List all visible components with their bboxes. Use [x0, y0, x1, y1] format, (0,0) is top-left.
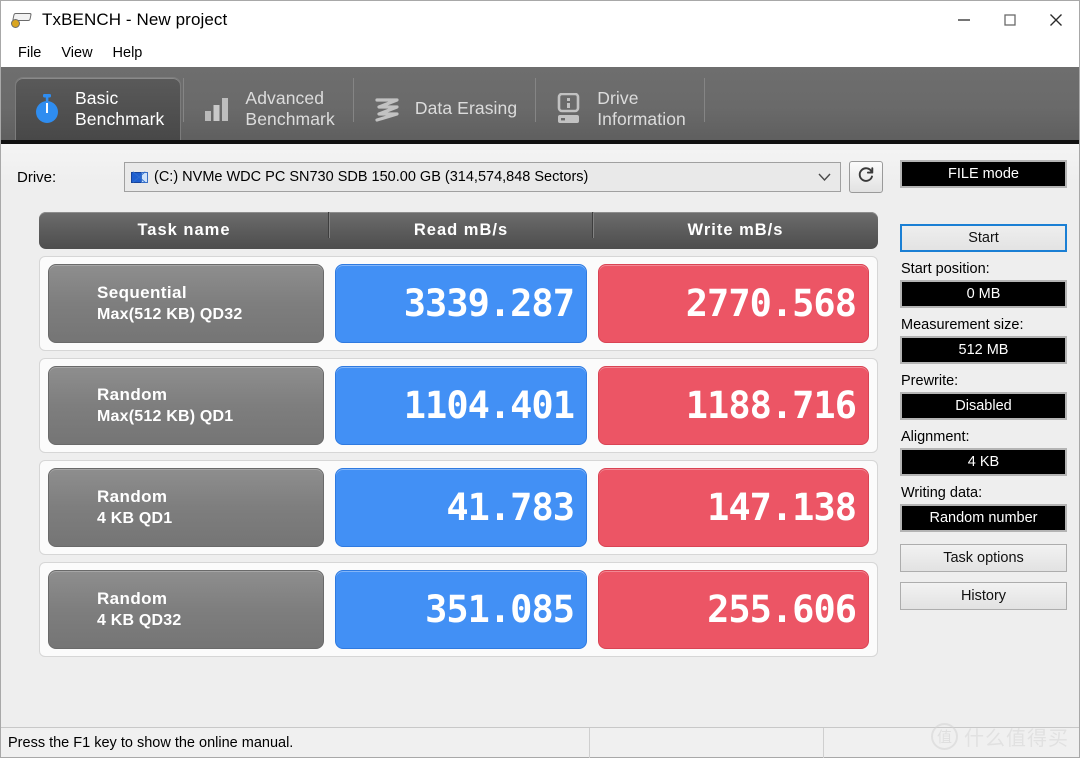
refresh-drives-button[interactable]	[849, 161, 883, 193]
writing-data-value[interactable]: Random number	[900, 504, 1067, 532]
prewrite-label: Prewrite:	[901, 373, 959, 389]
tab-drive-information[interactable]: Drive Information	[538, 77, 702, 140]
title-bar: TxBENCH - New project	[1, 1, 1079, 39]
tab-data-erasing[interactable]: Data Erasing	[356, 77, 533, 140]
drive-label: Drive:	[17, 168, 57, 186]
maximize-button[interactable]	[987, 1, 1033, 39]
menu-item-file[interactable]: File	[9, 42, 50, 64]
task-name-cell: Random Max(512 KB) QD1	[48, 366, 324, 445]
task-name-cell: Random 4 KB QD32	[48, 570, 324, 649]
options-sidebar: FILE mode Start Start position: 0 MB Mea…	[894, 144, 1080, 727]
read-speed-cell: 351.085	[335, 570, 587, 649]
tab-bar: Basic Benchmark Advanced Benchmark Data …	[1, 67, 1079, 144]
task-name-cell: Random 4 KB QD1	[48, 468, 324, 547]
drive-select[interactable]: (C:) NVMe WDC PC SN730 SDB 150.00 GB (31…	[124, 162, 841, 192]
content-area: Drive: (C:) NVMe WDC PC SN730 SDB 150.00…	[1, 144, 1079, 727]
window-title: TxBENCH - New project	[42, 10, 228, 29]
table-row: Random Max(512 KB) QD1 1104.401 1188.716	[39, 358, 878, 453]
write-speed-cell: 147.138	[598, 468, 869, 547]
write-speed-cell: 1188.716	[598, 366, 869, 445]
task-options-button[interactable]: Task options	[900, 544, 1067, 572]
column-header-task-name: Task name	[137, 221, 231, 239]
start-position-label: Start position:	[901, 261, 990, 277]
table-row: Random 4 KB QD1 41.783 147.138	[39, 460, 878, 555]
status-message: Press the F1 key to show the online manu…	[8, 734, 294, 751]
write-speed-cell: 2770.568	[598, 264, 869, 343]
read-speed-cell: 41.783	[335, 468, 587, 547]
tab-basic-benchmark-label: Basic Benchmark	[75, 88, 165, 129]
task-name-line1: Random	[97, 486, 168, 506]
measurement-size-label: Measurement size:	[901, 317, 1024, 333]
read-speed-cell: 3339.287	[335, 264, 587, 343]
menu-bar: File View Help	[1, 39, 1079, 67]
scribble-erase-icon	[370, 92, 404, 126]
write-speed-cell: 255.606	[598, 570, 869, 649]
tab-divider	[352, 77, 354, 122]
start-button[interactable]: Start	[900, 224, 1067, 252]
tab-drive-information-label: Drive Information	[597, 87, 686, 129]
task-name-line1: Sequential	[97, 282, 187, 302]
tab-divider	[183, 77, 185, 122]
task-name-cell: Sequential Max(512 KB) QD32	[48, 264, 324, 343]
task-name-line2: 4 KB QD32	[97, 611, 182, 629]
alignment-label: Alignment:	[901, 429, 970, 445]
history-button[interactable]: History	[900, 582, 1067, 610]
main-column: Drive: (C:) NVMe WDC PC SN730 SDB 150.00…	[1, 144, 894, 727]
benchmark-table: Task name Read mB/s Write mB/s Sequentia…	[1, 194, 894, 657]
app-icon	[11, 11, 33, 29]
menu-item-view[interactable]: View	[52, 42, 101, 64]
tab-basic-benchmark[interactable]: Basic Benchmark	[15, 77, 182, 140]
read-speed-cell: 1104.401	[335, 366, 587, 445]
alignment-value[interactable]: 4 KB	[900, 448, 1067, 476]
start-position-value[interactable]: 0 MB	[900, 280, 1067, 308]
window-controls	[941, 1, 1079, 39]
task-name-line2: Max(512 KB) QD32	[97, 305, 243, 323]
close-button[interactable]	[1033, 1, 1079, 39]
tab-advanced-benchmark[interactable]: Advanced Benchmark	[186, 77, 350, 140]
drive-volume-icon	[131, 170, 148, 185]
chevron-down-icon	[818, 163, 831, 191]
tab-data-erasing-label: Data Erasing	[414, 98, 518, 118]
prewrite-value[interactable]: Disabled	[900, 392, 1067, 420]
table-row: Random 4 KB QD32 351.085 255.606	[39, 562, 878, 657]
status-bar: Press the F1 key to show the online manu…	[1, 727, 1079, 758]
task-name-line1: Random	[97, 588, 168, 608]
measurement-size-value[interactable]: 512 MB	[900, 336, 1067, 364]
menu-item-help[interactable]: Help	[104, 42, 152, 64]
status-pane-2	[589, 727, 823, 758]
tab-divider	[703, 77, 705, 122]
task-name-line2: Max(512 KB) QD1	[97, 407, 234, 425]
table-row: Sequential Max(512 KB) QD32 3339.287 277…	[39, 256, 878, 351]
drive-info-icon	[552, 92, 586, 126]
stopwatch-icon	[30, 92, 64, 126]
bar-chart-icon	[200, 92, 234, 126]
tab-advanced-benchmark-label: Advanced Benchmark	[245, 87, 335, 129]
refresh-icon	[856, 165, 876, 190]
column-header-write: Write mB/s	[592, 212, 878, 240]
minimize-button[interactable]	[941, 1, 987, 39]
column-header-read: Read mB/s	[328, 212, 593, 240]
drive-selection-row: Drive: (C:) NVMe WDC PC SN730 SDB 150.00…	[1, 160, 894, 194]
file-mode-display[interactable]: FILE mode	[900, 160, 1067, 188]
table-header-row: Task name Read mB/s Write mB/s	[39, 212, 878, 249]
tab-divider	[535, 77, 537, 122]
writing-data-label: Writing data:	[901, 485, 983, 501]
status-pane-3	[823, 727, 1079, 758]
drive-select-value: (C:) NVMe WDC PC SN730 SDB 150.00 GB (31…	[154, 169, 589, 185]
task-name-line1: Random	[97, 384, 168, 404]
task-name-line2: 4 KB QD1	[97, 509, 173, 527]
txbench-window: TxBENCH - New project File View Help Bas…	[0, 0, 1080, 758]
